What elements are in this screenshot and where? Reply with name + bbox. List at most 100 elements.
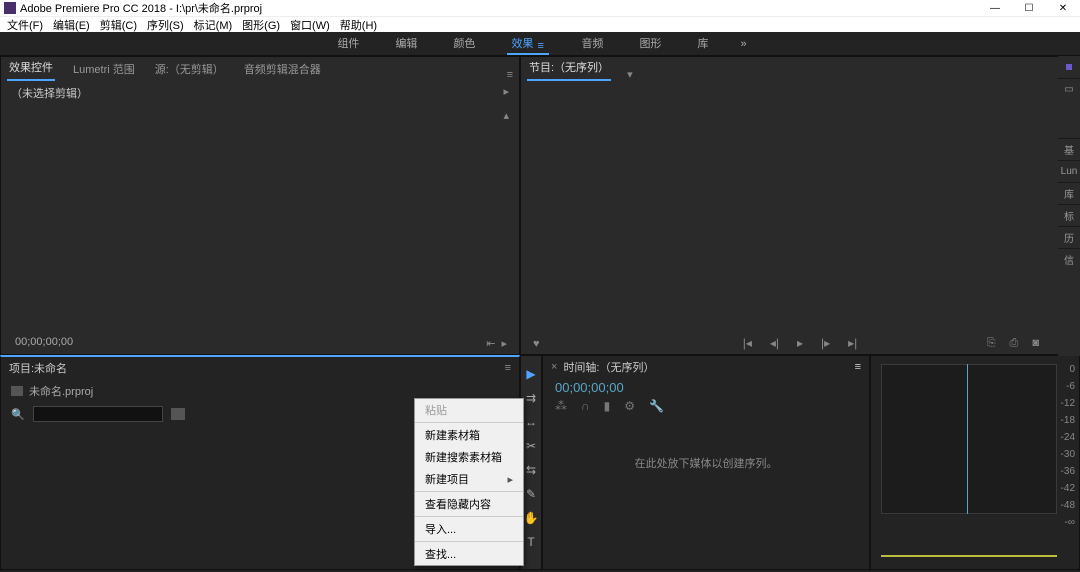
workspace-音频[interactable]: 音频 bbox=[577, 33, 607, 55]
menu-剪辑(C)[interactable]: 剪辑(C) bbox=[95, 17, 142, 33]
source-nav-icons[interactable]: ⇤▸ bbox=[486, 337, 507, 350]
workspace-overflow-icon[interactable]: » bbox=[740, 38, 746, 50]
audio-tick: -24 bbox=[1061, 432, 1075, 443]
transport-controls: |◂ ◂| ▸ |▸ ▸| bbox=[743, 336, 858, 350]
goto-out-icon[interactable]: ▸| bbox=[848, 336, 857, 350]
side-tab-信[interactable]: 信 bbox=[1058, 248, 1080, 270]
snap-icon[interactable]: ⁂ bbox=[555, 399, 567, 413]
ctx-新建素材箱[interactable]: 新建素材箱 bbox=[415, 424, 523, 446]
playhead[interactable] bbox=[967, 364, 968, 514]
menu-图形(G)[interactable]: 图形(G) bbox=[237, 17, 285, 33]
type-tool-icon[interactable]: T bbox=[523, 534, 539, 550]
source-tab-3[interactable]: 音频剪辑混合器 bbox=[242, 57, 323, 81]
extract-icon[interactable]: ⎙ bbox=[1010, 337, 1019, 350]
side-tab-Lun[interactable]: Lun bbox=[1058, 160, 1080, 182]
audio-tick: -30 bbox=[1061, 449, 1075, 460]
wrench-icon[interactable]: 🔧 bbox=[649, 399, 664, 413]
audio-tick: -42 bbox=[1061, 483, 1075, 494]
ctx-查找...[interactable]: 查找... bbox=[415, 543, 523, 565]
workspace-库[interactable]: 库 bbox=[693, 33, 712, 55]
marker-icon[interactable]: ♥ bbox=[533, 338, 540, 350]
audio-tick: -18 bbox=[1061, 415, 1075, 426]
workspace-颜色[interactable]: 颜色 bbox=[449, 33, 479, 55]
ctx-导入...[interactable]: 导入... bbox=[415, 518, 523, 540]
timeline-empty-message: 在此处放下媒体以创建序列。 bbox=[635, 455, 778, 471]
source-panel-tabs: 效果控件 Lumetri 范围源:（无剪辑） 音频剪辑混合器 ≡ bbox=[1, 57, 519, 81]
bin-icon[interactable] bbox=[171, 408, 185, 420]
hand-tool-icon[interactable]: ✋ bbox=[523, 510, 539, 526]
ctx-新建项目[interactable]: 新建项目▸ bbox=[415, 468, 523, 490]
titlebar: Adobe Premiere Pro CC 2018 - I:\pr\未命名.p… bbox=[0, 0, 1080, 16]
search-icon: 🔍 bbox=[11, 408, 25, 421]
workspace-bar: 组件 编辑 颜色 效果≡ 音频 图形 库 » bbox=[0, 32, 1080, 56]
right-side-tabs: ▭ 基Lun库标历信 bbox=[1058, 56, 1080, 356]
no-clip-label: （未选择剪辑） bbox=[11, 85, 88, 101]
menu-帮助(H)[interactable]: 帮助(H) bbox=[335, 17, 382, 33]
source-timecode: 00;00;00;00 bbox=[15, 336, 73, 348]
program-panel: 节目:（无序列） ▾ ≡ 00;00;00;00 00;00;00;00 ♥ |… bbox=[520, 56, 1080, 355]
step-fwd-icon[interactable]: |▸ bbox=[821, 336, 830, 350]
panel-menu-icon[interactable]: ≡ bbox=[855, 361, 861, 373]
menubar: 文件(F)编辑(E)剪辑(C)序列(S)标记(M)图形(G)窗口(W)帮助(H) bbox=[0, 16, 1080, 32]
workspace-图形[interactable]: 图形 bbox=[635, 33, 665, 55]
play-icon[interactable]: ▸ bbox=[797, 336, 803, 350]
source-tab-0[interactable]: 效果控件 bbox=[7, 55, 55, 81]
razor-tool-icon[interactable]: ✂ bbox=[523, 438, 539, 454]
menu-标记(M)[interactable]: 标记(M) bbox=[189, 17, 238, 33]
maximize-button[interactable]: ☐ bbox=[1012, 0, 1046, 16]
linked-sel-icon[interactable]: ∩ bbox=[581, 399, 590, 413]
track-select-tool-icon[interactable]: ⇉ bbox=[523, 390, 539, 406]
source-panel: 效果控件Lumetri 范围源:（无剪辑）音频剪辑混合器≡ （未选择剪辑） ▸ … bbox=[0, 56, 520, 355]
program-tab[interactable]: 节目:（无序列） bbox=[527, 55, 611, 81]
ctx-新建搜索素材箱[interactable]: 新建搜索素材箱 bbox=[415, 446, 523, 468]
menu-编辑(E)[interactable]: 编辑(E) bbox=[48, 17, 95, 33]
source-tab-2[interactable]: 源:（无剪辑） bbox=[153, 57, 226, 81]
side-tab-基[interactable]: 基 bbox=[1058, 138, 1080, 160]
audio-meter-panel: 0-6-12-18-24-30-36-42-48-∞ bbox=[870, 355, 1080, 570]
marker-add-icon[interactable]: ▮ bbox=[604, 399, 611, 413]
selection-tool-icon[interactable]: ▶ bbox=[523, 366, 539, 382]
audio-tick: -12 bbox=[1061, 398, 1075, 409]
settings-icon[interactable]: ⚙ bbox=[624, 399, 635, 413]
collapse-icon[interactable]: ▴ bbox=[503, 109, 509, 122]
panel-menu-icon[interactable]: ≡ bbox=[505, 362, 511, 374]
ctx-查看隐藏内容[interactable]: 查看隐藏内容 bbox=[415, 493, 523, 515]
audio-tick: -48 bbox=[1061, 500, 1075, 511]
audio-tick: -36 bbox=[1061, 466, 1075, 477]
workspace-组件[interactable]: 组件 bbox=[333, 33, 363, 55]
audio-track-area bbox=[881, 364, 1057, 514]
close-panel-icon[interactable]: × bbox=[551, 361, 557, 373]
menu-序列(S)[interactable]: 序列(S) bbox=[142, 17, 189, 33]
audio-zoom-bar[interactable] bbox=[881, 555, 1057, 557]
export-frame-icon[interactable]: ◙ bbox=[1032, 337, 1039, 350]
side-tab-历[interactable]: 历 bbox=[1058, 226, 1080, 248]
project-file-icon bbox=[11, 386, 23, 396]
chevron-right-icon[interactable]: ▸ bbox=[503, 85, 509, 101]
audio-tick: 0 bbox=[1061, 364, 1075, 375]
workspace-效果[interactable]: 效果≡ bbox=[507, 33, 549, 55]
menu-文件(F)[interactable]: 文件(F) bbox=[2, 17, 48, 33]
side-tab-folder-icon[interactable]: ▭ bbox=[1058, 78, 1080, 100]
timeline-panel: × 时间轴:（无序列） ≡ 00;00;00;00 ⁂ ∩ ▮ ⚙ 🔧 在此处放… bbox=[542, 355, 870, 570]
workspace-编辑[interactable]: 编辑 bbox=[391, 33, 421, 55]
source-tab-1[interactable]: Lumetri 范围 bbox=[71, 57, 137, 81]
chevron-down-icon[interactable]: ▾ bbox=[627, 68, 633, 81]
step-back-icon[interactable]: ◂| bbox=[770, 336, 779, 350]
close-button[interactable]: ✕ bbox=[1046, 0, 1080, 16]
project-tab[interactable]: 项目:未命名 bbox=[9, 360, 67, 376]
pen-tool-icon[interactable]: ✎ bbox=[523, 486, 539, 502]
side-tab-标[interactable]: 标 bbox=[1058, 204, 1080, 226]
menu-窗口(W)[interactable]: 窗口(W) bbox=[285, 17, 335, 33]
window-title: Adobe Premiere Pro CC 2018 - I:\pr\未命名.p… bbox=[20, 0, 262, 16]
search-input[interactable] bbox=[33, 406, 163, 422]
lift-icon[interactable]: ⎘ bbox=[987, 337, 996, 350]
goto-in-icon[interactable]: |◂ bbox=[743, 336, 752, 350]
context-menu: 粘贴新建素材箱新建搜索素材箱新建项目▸查看隐藏内容导入...查找... bbox=[414, 398, 524, 566]
side-tab-库[interactable]: 库 bbox=[1058, 182, 1080, 204]
side-indicator-icon bbox=[1066, 64, 1072, 70]
timeline-tab[interactable]: 时间轴:（无序列） bbox=[563, 359, 654, 375]
ripple-tool-icon[interactable]: ↔ bbox=[523, 414, 539, 430]
panel-menu-icon[interactable]: ≡ bbox=[507, 69, 513, 81]
minimize-button[interactable]: — bbox=[978, 0, 1012, 16]
slip-tool-icon[interactable]: ⇆ bbox=[523, 462, 539, 478]
